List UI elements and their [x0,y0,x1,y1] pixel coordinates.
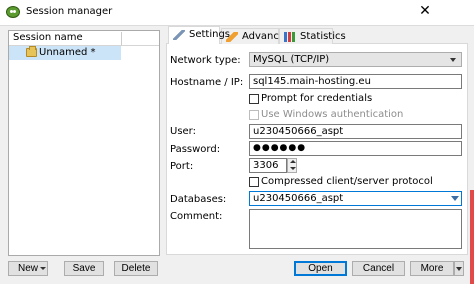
port-field[interactable]: 3306 [249,158,287,173]
window-title: Session manager [26,6,113,17]
user-label: User: [170,126,196,137]
user-field[interactable]: u230450666_aspt [249,124,462,139]
hostname-label: Hostname / IP: [170,77,244,88]
password-label: Password: [170,144,221,155]
open-button[interactable]: Open [294,261,347,276]
close-button[interactable]: ✕ [415,2,435,20]
session-list[interactable]: Session name Unnamed * [8,30,160,256]
compressed-label[interactable]: Compressed client/server protocol [261,176,433,187]
title-divider [0,25,474,26]
comment-textarea[interactable] [249,209,462,249]
folder-icon [26,46,37,57]
chevron-down-icon[interactable] [451,196,459,201]
prompt-credentials-checkbox[interactable] [249,94,259,104]
prompt-credentials-label[interactable]: Prompt for credentials [261,93,372,104]
compressed-checkbox[interactable] [249,177,259,187]
session-name-column[interactable]: Session name [13,32,83,43]
column-separator[interactable] [121,32,122,45]
port-stepper[interactable] [287,158,297,173]
databases-combo[interactable]: u230450666_aspt [249,191,462,206]
session-item-unnamed[interactable]: Unnamed * [9,46,121,60]
hostname-field[interactable]: sql145.main-hosting.eu [249,74,462,89]
password-field[interactable]: ●●●●●● [249,141,462,156]
tab-settings-label: Settings [189,29,231,40]
save-button[interactable]: Save [64,261,104,276]
cancel-button[interactable]: Cancel [352,261,405,276]
chart-icon [284,32,296,42]
windows-auth-label: Use Windows authentication [261,109,404,120]
windows-auth-checkbox [249,110,259,120]
app-icon [6,6,20,18]
session-list-header[interactable]: Session name [9,31,159,46]
databases-label: Databases: [170,194,227,205]
tab-statistics[interactable]: Statistics [279,28,346,44]
comment-label: Comment: [170,211,223,222]
window-edge [470,190,474,284]
tab-settings[interactable]: Settings [168,26,230,44]
port-label: Port: [170,161,194,172]
chevron-down-icon [40,267,46,270]
delete-button[interactable]: Delete [114,261,158,276]
wrench-icon [173,30,185,40]
more-dropdown-arrow[interactable] [454,261,464,276]
network-type-select[interactable]: MySQL (TCP/IP) [249,52,462,67]
title-bar: Session manager ✕ [0,0,474,25]
tab-statistics-label: Statistics [300,31,346,42]
more-button[interactable]: More [410,261,454,276]
new-button-label: New [18,263,39,274]
network-type-label: Network type: [170,55,241,66]
session-item-label: Unnamed * [39,47,96,58]
